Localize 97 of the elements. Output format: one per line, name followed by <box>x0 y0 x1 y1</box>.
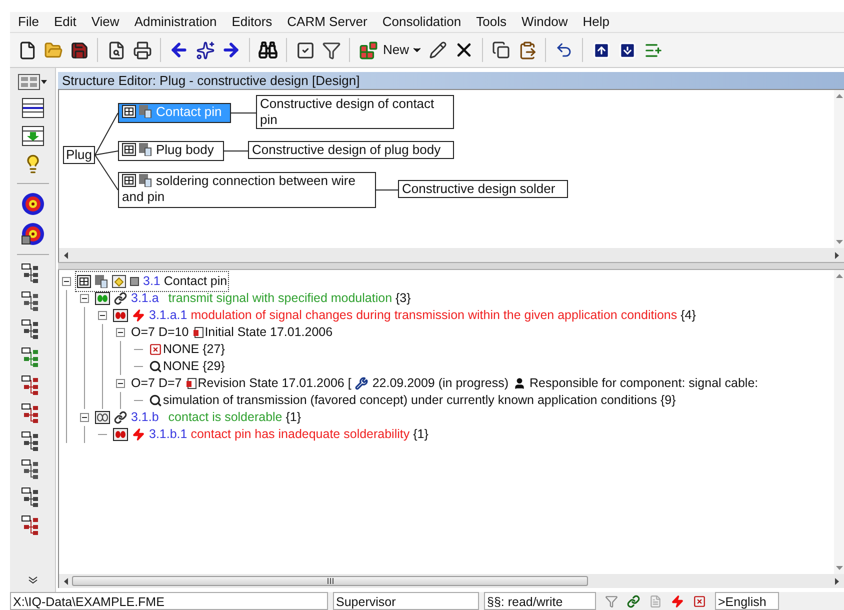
rating-text: O=7 D=7 <box>131 375 182 392</box>
rights-field: §§: read/write <box>484 592 596 610</box>
insert-row-icon[interactable] <box>20 124 46 148</box>
scroll-down-icon[interactable] <box>28 576 38 584</box>
crossed-box-icon[interactable] <box>693 594 706 608</box>
diagram-node[interactable]: Plug body <box>118 141 224 161</box>
new-dropdown-button[interactable]: New <box>381 37 426 63</box>
tree-item-label: 3.1.b.1 contact pin has inadequate solderability {1} <box>149 426 428 444</box>
menu-item[interactable]: File <box>18 12 39 32</box>
scroll-left-icon[interactable] <box>64 252 68 258</box>
tree-row[interactable]: NONE {29} <box>148 357 226 376</box>
state-text: Revision State 17.01.2006 [ <box>198 375 352 392</box>
editor-title-bar: Structure Editor: Plug - constructive design [Design] <box>58 72 844 90</box>
target-icon[interactable] <box>20 221 46 247</box>
menu-item[interactable]: Window <box>521 12 568 32</box>
scroll-thumb[interactable] <box>72 576 588 586</box>
state-icon <box>192 326 204 338</box>
collapse-icon[interactable] <box>62 277 71 286</box>
menu-item[interactable]: Edit <box>54 12 76 32</box>
scroll-right-icon[interactable] <box>835 578 839 584</box>
caret-icon <box>41 80 47 84</box>
tree-row[interactable]: NONE {27} <box>148 340 226 359</box>
grid-icon <box>77 275 91 288</box>
function-icon <box>95 292 110 305</box>
tree-row[interactable]: 3.1 Contact pin <box>76 272 228 291</box>
target-icon[interactable] <box>20 191 46 217</box>
scroll-up-icon[interactable] <box>836 94 842 98</box>
vertical-scrollbar[interactable] <box>834 90 844 248</box>
module-icon <box>139 174 152 188</box>
lightning-icon <box>132 428 145 441</box>
failure-icon <box>113 428 128 441</box>
scroll-right-icon[interactable] <box>835 252 839 258</box>
link-icon[interactable] <box>627 594 640 608</box>
state-icon <box>186 378 197 390</box>
tree-row[interactable]: O=7 D=7 Revision State 17.01.2006 [ 22.09.2009 (in progress) Responsible for component: signal cable: <box>130 374 760 393</box>
vertical-scrollbar[interactable] <box>834 270 844 574</box>
menu-item[interactable]: CARM Server <box>287 12 368 32</box>
module-icon <box>139 105 152 118</box>
crossed-box-icon <box>149 343 162 356</box>
state-text: Initial State 17.01.2006 <box>204 324 333 342</box>
date-text: 22.09.2009 (in progress) <box>372 375 509 392</box>
square-icon <box>130 277 139 286</box>
diagram-node[interactable]: soldering connection between wire and pin <box>118 172 376 208</box>
horizontal-scrollbar[interactable] <box>59 574 844 588</box>
link-icon <box>114 292 127 305</box>
grip-icon <box>326 578 334 584</box>
function-icon <box>95 411 110 424</box>
diagram-description: Constructive design solder <box>398 180 568 198</box>
tree-item-label: 3.1 Contact pin <box>143 273 228 290</box>
user-field: Supervisor <box>333 592 479 610</box>
tree-row[interactable]: 3.1.b.1 contact pin has inadequate solderability {1} <box>112 425 430 444</box>
layout-rows-icon[interactable] <box>20 96 46 120</box>
collapse-icon[interactable] <box>80 413 89 422</box>
layout-dropdown-button[interactable] <box>18 72 47 92</box>
collapse-icon[interactable] <box>116 379 125 388</box>
measure-text: NONE {29} <box>163 358 225 376</box>
connector-line <box>230 112 256 114</box>
person-icon <box>512 377 526 390</box>
wrench-icon <box>355 377 368 390</box>
tree-item-label: 3.1.b contact is solderable {1} <box>131 409 302 426</box>
tree-row[interactable]: 3.1.a transmit signal with specified modulation {3} <box>94 289 412 308</box>
menu-item[interactable]: Help <box>582 12 610 32</box>
menu-item[interactable]: Administration <box>134 12 217 32</box>
magnifier-icon <box>149 360 162 373</box>
failure-icon <box>113 309 128 322</box>
scroll-up-icon[interactable] <box>836 274 842 278</box>
menu-item[interactable]: Consolidation <box>382 12 462 32</box>
horizontal-scrollbar[interactable] <box>59 248 844 262</box>
responsible-text: Responsible for component: signal cable: <box>530 375 758 392</box>
diagram-node[interactable]: Plug <box>63 146 95 164</box>
menu-item[interactable]: View <box>91 12 120 32</box>
grid-icon <box>122 143 136 156</box>
lightning-icon <box>132 309 145 322</box>
module-icon <box>139 143 152 156</box>
grid-icon <box>122 174 136 188</box>
measure-text: NONE {27} <box>163 341 225 358</box>
file-path-field: X:\IQ-Data\EXAMPLE.FME <box>10 592 328 610</box>
connector-line <box>224 150 248 152</box>
note-icon <box>112 275 126 288</box>
diagram-description: Constructive design of contact pin <box>256 95 454 129</box>
tree-row[interactable]: 3.1.b contact is solderable {1} <box>94 408 302 427</box>
collapse-icon[interactable] <box>80 294 89 303</box>
link-icon <box>114 411 127 424</box>
tree-row[interactable]: O=7 D=10 Initial State 17.01.2006 <box>130 323 334 342</box>
grid-icon <box>122 105 136 118</box>
rating-text: O=7 D=10 <box>131 324 189 342</box>
language-field[interactable]: >English <box>715 592 779 610</box>
lightning-icon[interactable] <box>671 594 684 608</box>
module-icon <box>95 275 108 288</box>
magnifier-icon <box>149 394 162 407</box>
tree-item-label: 3.1.a transmit signal with specified modulation {3} <box>131 290 411 308</box>
menu-item[interactable]: Tools <box>476 12 506 32</box>
menu-item[interactable]: Editors <box>232 12 272 32</box>
scroll-left-icon[interactable] <box>64 578 68 584</box>
diagram-description: Constructive design of plug body <box>248 141 454 159</box>
collapse-icon[interactable] <box>98 311 107 320</box>
collapse-icon[interactable] <box>116 328 125 337</box>
